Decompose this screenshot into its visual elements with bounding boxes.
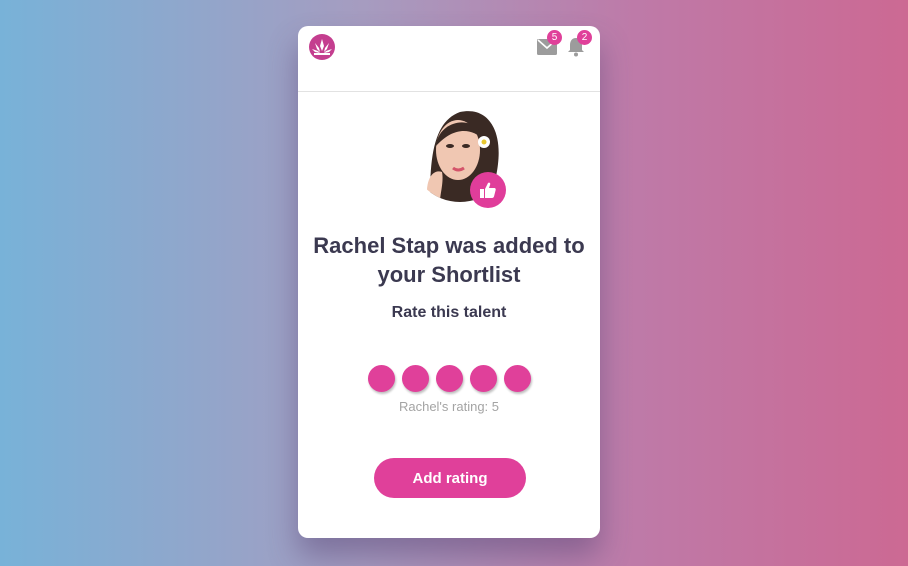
rating-dot-3[interactable] <box>436 365 463 392</box>
rating-dot-4[interactable] <box>470 365 497 392</box>
add-rating-button[interactable]: Add rating <box>374 458 526 498</box>
mail-count-badge: 5 <box>547 30 562 45</box>
top-bar: 5 2 <box>298 26 600 92</box>
lotus-logo-icon[interactable] <box>308 33 336 61</box>
mail-button[interactable]: 5 <box>537 30 562 55</box>
thumbs-up-icon <box>470 172 506 208</box>
rating-dot-2[interactable] <box>402 365 429 392</box>
talent-avatar <box>410 102 510 208</box>
rate-talent-heading: Rate this talent <box>391 304 507 321</box>
rating-dot-5[interactable] <box>504 365 531 392</box>
rating-selector <box>368 365 531 392</box>
shortlist-card: 5 2 Rachel Stap was added to your Shortl… <box>298 26 600 538</box>
notification-count-badge: 2 <box>577 30 592 45</box>
rating-dot-1[interactable] <box>368 365 395 392</box>
current-rating-label: Rachel's rating: 5 <box>398 399 500 414</box>
shortlist-confirmation-title: Rachel Stap was added to your Shortlist <box>313 233 585 287</box>
notifications-button[interactable]: 2 <box>567 30 592 57</box>
